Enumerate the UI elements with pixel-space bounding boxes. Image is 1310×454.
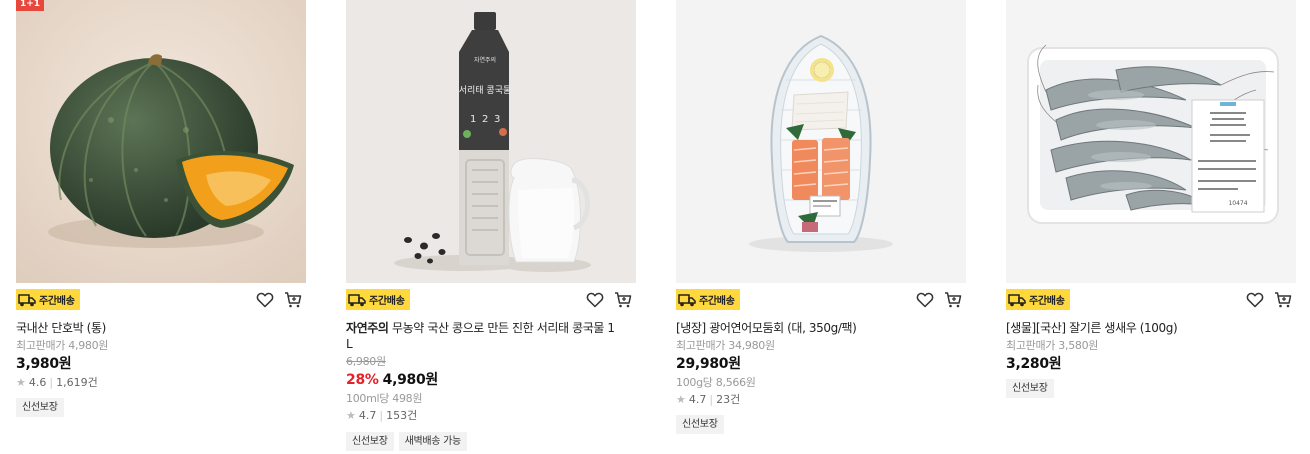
- rating-row: ★ 4.7 | 153건: [346, 409, 636, 423]
- delivery-badge: 주간배송: [346, 289, 410, 310]
- product-name[interactable]: [냉장] 광어연어모둠회 (대, 350g/팩): [676, 320, 966, 336]
- original-price: 최고판매가 34,980원: [676, 339, 775, 352]
- product-image[interactable]: [676, 0, 966, 283]
- add-to-cart-button[interactable]: [1274, 291, 1292, 309]
- divider: |: [49, 376, 54, 389]
- review-count: 23건: [716, 393, 741, 406]
- cart-icon: [945, 292, 962, 308]
- product-card[interactable]: 1+1 주간배송 국내산 단호박 (통) 최고판매가 4,980원 3,980원…: [16, 0, 306, 417]
- sale-price: 29,980원: [676, 356, 741, 372]
- tag-dawn-delivery: 새벽배송 가능: [398, 432, 467, 451]
- bottle-step-2: 2: [482, 114, 488, 125]
- unit-price: 100ml당 498원: [346, 392, 423, 405]
- brand-name: 자연주의: [346, 321, 389, 335]
- rating-value: 4.7: [688, 393, 707, 406]
- review-count: 153건: [386, 409, 418, 422]
- tag-fresh: 신선보장: [676, 415, 724, 434]
- tag-fresh: 신선보장: [346, 432, 394, 451]
- cart-icon: [615, 292, 632, 308]
- cart-icon: [285, 292, 302, 308]
- sashimi-image: [676, 0, 966, 283]
- truck-icon: [678, 293, 696, 306]
- wishlist-button[interactable]: [586, 291, 604, 309]
- truck-icon: [18, 293, 36, 306]
- bottle-brand: 자연주의: [474, 56, 496, 64]
- delivery-label: 주간배송: [369, 296, 405, 307]
- delivery-badge: 주간배송: [1006, 289, 1070, 310]
- promo-badge: 1+1: [16, 0, 44, 11]
- bottle-title: 서리태 콩국물: [459, 85, 512, 96]
- review-count: 1,619건: [56, 376, 98, 389]
- truck-icon: [348, 293, 366, 306]
- rating-row: ★ 4.6 | 1,619건: [16, 376, 306, 390]
- delivery-badge: 주간배송: [16, 289, 80, 310]
- wishlist-button[interactable]: [916, 291, 934, 309]
- original-price: 6,980원: [346, 355, 386, 368]
- divider: |: [709, 393, 714, 406]
- product-card[interactable]: 자연주의 서리태 콩국물 1 2 3 주간배송 자연주의 무농약 국산 콩으로 …: [346, 0, 636, 451]
- cart-icon: [1275, 292, 1292, 308]
- heart-icon: [916, 292, 934, 308]
- product-image[interactable]: 10474: [1006, 0, 1296, 283]
- tag-fresh: 신선보장: [16, 398, 64, 417]
- soy-milk-image: 자연주의 서리태 콩국물 1 2 3: [346, 0, 636, 283]
- shrimp-image: 10474: [1006, 0, 1296, 283]
- divider: |: [379, 409, 384, 422]
- heart-icon: [586, 292, 604, 308]
- sale-price: 3,980원: [16, 356, 72, 372]
- star-icon: ★: [16, 376, 26, 389]
- rating-value: 4.6: [28, 376, 47, 389]
- product-image[interactable]: 자연주의 서리태 콩국물 1 2 3: [346, 0, 636, 283]
- tag-fresh: 신선보장: [1006, 379, 1054, 398]
- rating-row: ★ 4.7 | 23건: [676, 393, 966, 407]
- add-to-cart-button[interactable]: [284, 291, 302, 309]
- sale-price: 3,280원: [1006, 356, 1062, 372]
- unit-price: 100g당 8,566원: [676, 376, 756, 389]
- delivery-label: 주간배송: [699, 296, 735, 307]
- pumpkin-image: [16, 0, 306, 283]
- heart-icon: [256, 292, 274, 308]
- product-name[interactable]: 자연주의 무농약 국산 콩으로 만든 진한 서리태 콩국물 1 L: [346, 320, 624, 352]
- delivery-label: 주간배송: [1029, 296, 1065, 307]
- package-code: 10474: [1228, 200, 1247, 207]
- add-to-cart-button[interactable]: [944, 291, 962, 309]
- star-icon: ★: [346, 409, 356, 422]
- product-card[interactable]: 주간배송 [냉장] 광어연어모둠회 (대, 350g/팩) 최고판매가 34,9…: [676, 0, 966, 434]
- star-icon: ★: [676, 393, 686, 406]
- wishlist-button[interactable]: [1246, 291, 1264, 309]
- delivery-badge: 주간배송: [676, 289, 740, 310]
- original-price: 최고판매가 3,580원: [1006, 339, 1099, 352]
- product-name[interactable]: 국내산 단호박 (통): [16, 320, 306, 336]
- product-image[interactable]: 1+1: [16, 0, 306, 283]
- wishlist-button[interactable]: [256, 291, 274, 309]
- product-name[interactable]: [생물][국산] 잘기른 생새우 (100g): [1006, 320, 1296, 336]
- sale-price: 28% 4,980원: [346, 372, 438, 388]
- truck-icon: [1008, 293, 1026, 306]
- bottle-step-3: 3: [494, 114, 500, 125]
- delivery-label: 주간배송: [39, 296, 75, 307]
- discount-rate: 28%: [346, 372, 379, 388]
- add-to-cart-button[interactable]: [614, 291, 632, 309]
- original-price: 최고판매가 4,980원: [16, 339, 109, 352]
- bottle-step-1: 1: [470, 114, 476, 125]
- rating-value: 4.7: [358, 409, 377, 422]
- heart-icon: [1246, 292, 1264, 308]
- product-card[interactable]: 10474 주간배송 [생물][국산] 잘기른 생새우 (100g) 최고판매가…: [1006, 0, 1296, 398]
